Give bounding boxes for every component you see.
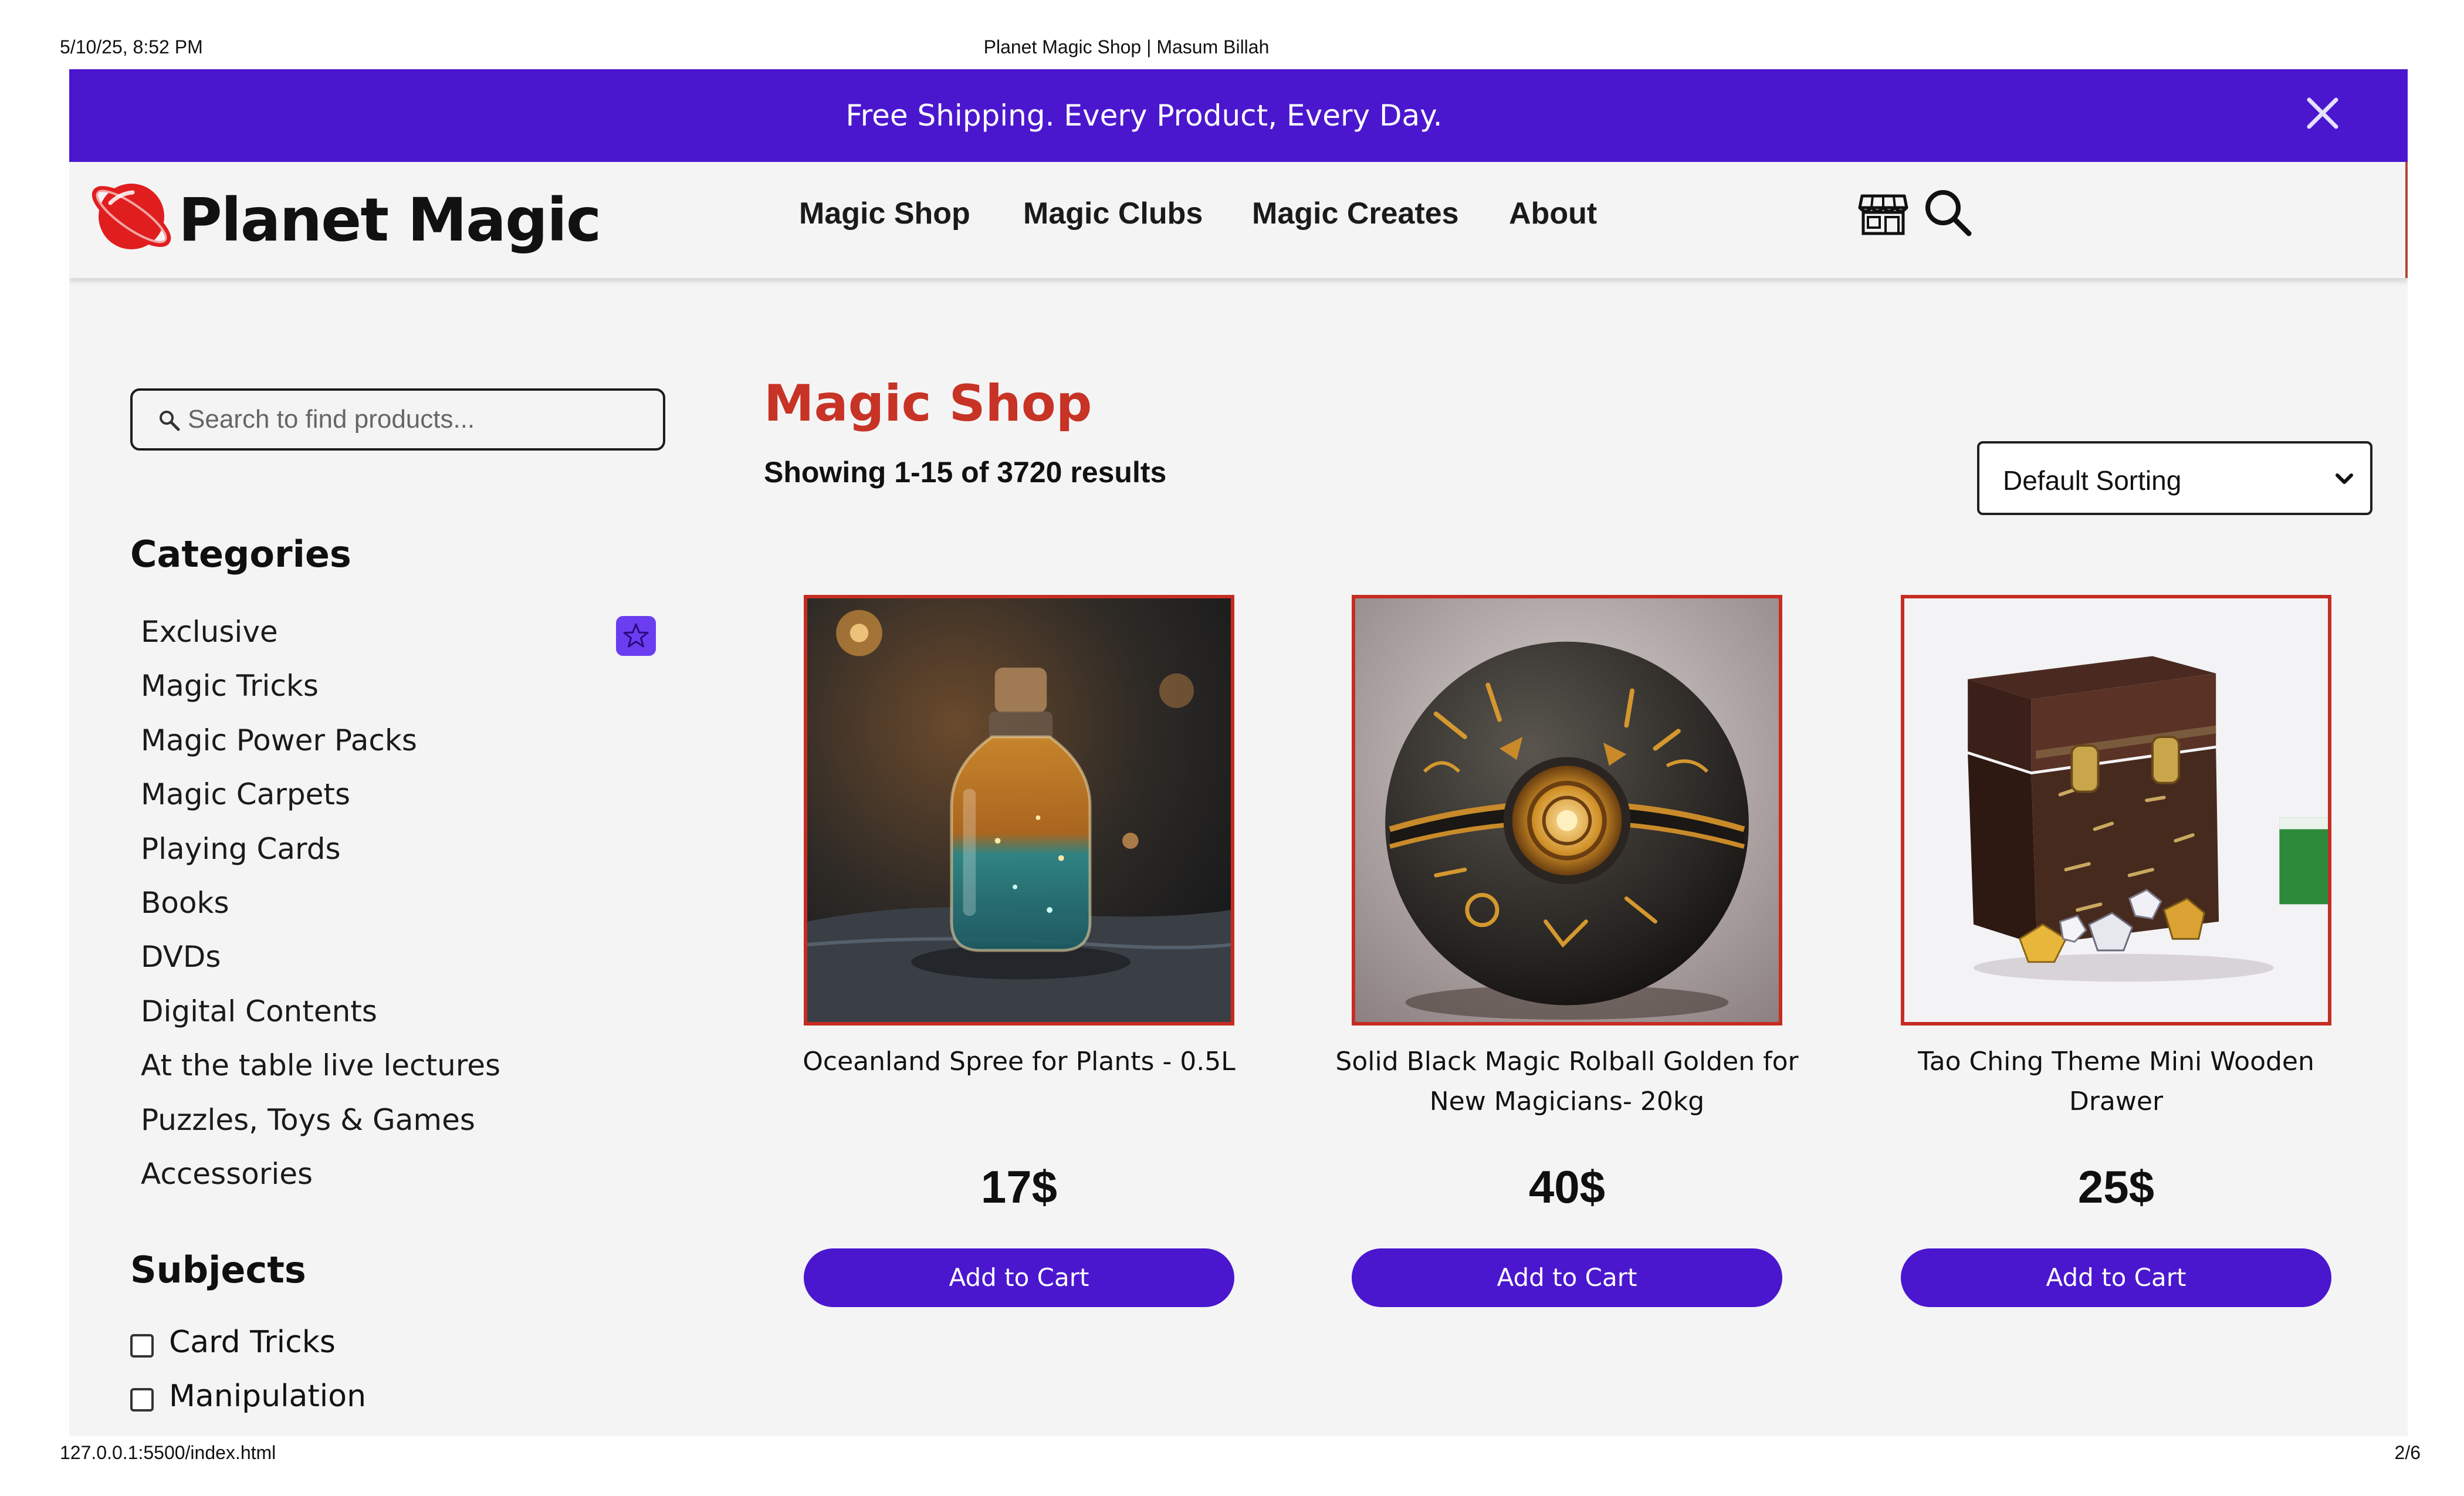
page-title: Magic Shop — [764, 374, 1092, 433]
promo-bar: Free Shipping. Every Product, Every Day. — [69, 69, 2408, 162]
product-search-box — [130, 388, 665, 451]
search-icon[interactable] — [1921, 185, 1975, 239]
category-magic-carpets[interactable]: Magic Carpets — [141, 777, 350, 811]
manipulation-checkbox[interactable] — [130, 1388, 154, 1412]
category-live-lectures[interactable]: At the table live lectures — [141, 1048, 500, 1082]
nav-link-magic-shop[interactable]: Magic Shop — [799, 196, 970, 231]
category-magic-power-packs[interactable]: Magic Power Packs — [141, 723, 417, 757]
search-input[interactable] — [188, 401, 645, 438]
category-books[interactable]: Books — [141, 886, 229, 920]
category-magic-tricks[interactable]: Magic Tricks — [141, 669, 319, 703]
add-to-cart-button[interactable]: Add to Cart — [1352, 1248, 1782, 1307]
category-accessories[interactable]: Accessories — [141, 1157, 313, 1191]
product-price: 40$ — [1528, 1161, 1606, 1213]
product-image-potion-bottle[interactable] — [804, 595, 1234, 1025]
store-icon[interactable] — [1856, 185, 1910, 239]
category-exclusive[interactable]: Exclusive — [141, 615, 278, 649]
product-name[interactable]: Tao Ching Theme Mini Wooden Drawer — [1877, 1042, 2355, 1122]
category-digital-contents[interactable]: Digital Contents — [141, 994, 377, 1028]
product-image-magic-ball[interactable] — [1352, 595, 1782, 1025]
print-url: 127.0.0.1:5500/index.html — [60, 1442, 276, 1463]
categories-heading: Categories — [130, 533, 351, 576]
planet-logo-icon[interactable] — [87, 172, 176, 260]
navbar: Planet Magic Magic Shop Magic Clubs Magi… — [69, 162, 2408, 278]
subjects-heading: Subjects — [130, 1248, 306, 1291]
product-card: Oceanland Spree for Plants - 0.5L 17$ Ad… — [803, 595, 1236, 1340]
category-playing-cards[interactable]: Playing Cards — [141, 832, 341, 866]
brand-name[interactable]: Planet Magic — [178, 185, 601, 255]
product-image-wooden-box[interactable] — [1901, 595, 2331, 1025]
close-icon[interactable] — [2302, 93, 2343, 134]
search-icon — [157, 408, 181, 432]
star-icon — [616, 616, 656, 656]
product-name[interactable]: Oceanland Spree for Plants - 0.5L — [780, 1042, 1258, 1082]
product-card: Tao Ching Theme Mini Wooden Drawer 25$ A… — [1901, 595, 2331, 1340]
print-page-title: Planet Magic Shop | Masum Billah — [983, 36, 1270, 57]
product-price: 25$ — [2077, 1161, 2155, 1213]
nav-link-magic-creates[interactable]: Magic Creates — [1252, 196, 1459, 231]
sort-selected-value: Default Sorting — [2003, 465, 2182, 496]
product-price: 17$ — [980, 1161, 1058, 1213]
results-count: Showing 1-15 of 3720 results — [764, 456, 1167, 489]
print-page-number: 2/6 — [2394, 1442, 2421, 1463]
manipulation-label[interactable]: Manipulation — [169, 1379, 366, 1414]
sort-dropdown[interactable]: Default Sorting — [1977, 441, 2372, 515]
chevron-down-icon — [2334, 471, 2355, 487]
nav-link-magic-clubs[interactable]: Magic Clubs — [1023, 196, 1203, 231]
card-tricks-checkbox[interactable] — [130, 1334, 154, 1358]
category-dvds[interactable]: DVDs — [141, 940, 221, 974]
page: Free Shipping. Every Product, Every Day.… — [69, 69, 2408, 1436]
product-card: Solid Black Magic Rolball Golden for New… — [1335, 595, 1799, 1340]
nav-link-about[interactable]: About — [1509, 196, 1597, 231]
add-to-cart-button[interactable]: Add to Cart — [1901, 1248, 2331, 1307]
category-puzzles-toys-games[interactable]: Puzzles, Toys & Games — [141, 1103, 475, 1137]
card-tricks-label[interactable]: Card Tricks — [169, 1325, 336, 1360]
product-name[interactable]: Solid Black Magic Rolball Golden for New… — [1328, 1042, 1806, 1122]
promo-text: Free Shipping. Every Product, Every Day. — [845, 99, 1443, 133]
add-to-cart-button[interactable]: Add to Cart — [804, 1248, 1234, 1307]
